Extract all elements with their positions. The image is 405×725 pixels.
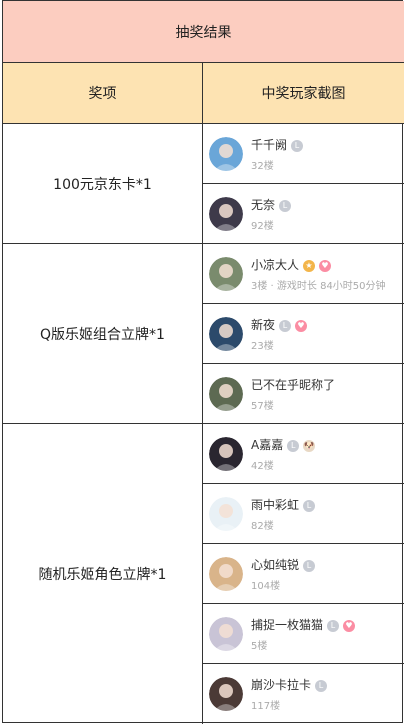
floor-label: 82楼	[251, 520, 274, 532]
prize-cell: Q版乐姬组合立牌*1	[3, 244, 203, 424]
badge-group: L ♥	[323, 617, 356, 632]
badge-group: ★ ♥	[299, 257, 332, 272]
winner-name[interactable]: 无奈	[251, 196, 275, 213]
floor-label: 92楼	[251, 220, 274, 232]
winner-entry[interactable]: 雨中彩虹 L 82楼	[209, 496, 316, 532]
winner-row: 小凉大人 ★ ♥ 3楼 · 游戏时长 84小时50分钟	[203, 244, 404, 304]
winner-row: 雨中彩虹 L 82楼	[203, 484, 404, 544]
badge-group: L	[275, 197, 292, 212]
winner-name[interactable]: A嘉嘉	[251, 436, 283, 453]
gold-badge-icon: ★	[303, 259, 316, 272]
floor-label: 57楼	[251, 400, 274, 412]
floor-label: 23楼	[251, 340, 274, 352]
table-title: 抽奖结果	[3, 1, 404, 63]
winner-row: 捕捉一枚猫猫 L ♥ 5楼	[203, 604, 404, 664]
winner-entry[interactable]: 无奈 L 92楼	[209, 196, 292, 232]
winner-entry[interactable]: A嘉嘉 L 🐶 42楼	[209, 436, 316, 472]
level-badge-icon: L	[303, 499, 316, 512]
winner-row: 新夜 L ♥ 23楼	[203, 304, 404, 364]
badge-group: L	[299, 497, 316, 512]
winner-name[interactable]: 崩沙卡拉卡	[251, 676, 311, 693]
winner-name[interactable]: 已不在乎昵称了	[251, 376, 335, 393]
badge-group: L	[299, 557, 316, 572]
badge-group: L	[287, 137, 304, 152]
floor-label: 32楼	[251, 160, 274, 172]
winner-name[interactable]: 心如纯锐	[251, 556, 299, 573]
winner-name[interactable]: 雨中彩虹	[251, 496, 299, 513]
header-prize: 奖项	[3, 63, 203, 124]
badge-group: L	[311, 677, 328, 692]
header-winners: 中奖玩家截图	[203, 63, 404, 124]
level-badge-icon: L	[303, 559, 316, 572]
lottery-results-table: 抽奖结果 奖项 中奖玩家截图 100元京东卡*1 千千阙 L 32楼无奈 L 92楼 Q版乐…	[2, 0, 404, 724]
prize-cell: 100元京东卡*1	[3, 124, 203, 244]
prize-cell: 随机乐姬角色立牌*1	[3, 424, 203, 724]
avatar[interactable]	[209, 436, 243, 471]
winner-row: 无奈 L 92楼	[203, 184, 404, 244]
avatar[interactable]	[209, 256, 243, 291]
avatar[interactable]	[209, 376, 243, 411]
level-badge-icon: L	[287, 439, 300, 452]
pink-badge-icon: ♥	[319, 259, 332, 272]
level-badge-icon: L	[315, 680, 328, 692]
winner-name[interactable]: 捕捉一枚猫猫	[251, 616, 323, 633]
avatar[interactable]	[209, 677, 243, 711]
winner-entry[interactable]: 崩沙卡拉卡 L 117楼	[209, 676, 328, 712]
winner-row: 崩沙卡拉卡 L 117楼	[203, 664, 404, 724]
floor-label: 5楼	[251, 640, 268, 652]
avatar[interactable]	[209, 616, 243, 651]
badge-group: L ♥	[275, 317, 308, 332]
avatar[interactable]	[209, 196, 243, 231]
floor-label: 104楼	[251, 580, 281, 592]
level-badge-icon: L	[327, 619, 340, 632]
floor-label: 117楼	[251, 701, 281, 712]
winner-name[interactable]: 小凉大人	[251, 256, 299, 273]
badge-group: L 🐶	[283, 437, 316, 452]
winner-row: 心如纯锐 L 104楼	[203, 544, 404, 604]
pink-badge-icon: ♥	[343, 619, 356, 632]
winner-row: 已不在乎昵称了 57楼	[203, 364, 404, 424]
floor-label: 3楼 · 游戏时长 84小时50分钟	[251, 280, 386, 292]
pink-badge-icon: ♥	[295, 319, 308, 332]
level-badge-icon: L	[291, 139, 304, 152]
pup-badge-icon: 🐶	[303, 439, 316, 452]
winner-name[interactable]: 新夜	[251, 316, 275, 333]
avatar[interactable]	[209, 496, 243, 531]
avatar[interactable]	[209, 556, 243, 591]
avatar[interactable]	[209, 136, 243, 171]
avatar[interactable]	[209, 316, 243, 351]
level-badge-icon: L	[279, 199, 292, 212]
winner-name[interactable]: 千千阙	[251, 136, 287, 153]
winner-entry[interactable]: 小凉大人 ★ ♥ 3楼 · 游戏时长 84小时50分钟	[209, 256, 386, 292]
winner-entry[interactable]: 千千阙 L 32楼	[209, 136, 304, 172]
winner-entry[interactable]: 新夜 L ♥ 23楼	[209, 316, 308, 352]
winner-row: 千千阙 L 32楼	[203, 124, 404, 184]
winner-row: A嘉嘉 L 🐶 42楼	[203, 424, 404, 484]
winner-entry[interactable]: 心如纯锐 L 104楼	[209, 556, 316, 592]
level-badge-icon: L	[279, 319, 292, 332]
winner-entry[interactable]: 已不在乎昵称了 57楼	[209, 376, 335, 412]
floor-label: 42楼	[251, 460, 274, 472]
winner-entry[interactable]: 捕捉一枚猫猫 L ♥ 5楼	[209, 616, 356, 652]
